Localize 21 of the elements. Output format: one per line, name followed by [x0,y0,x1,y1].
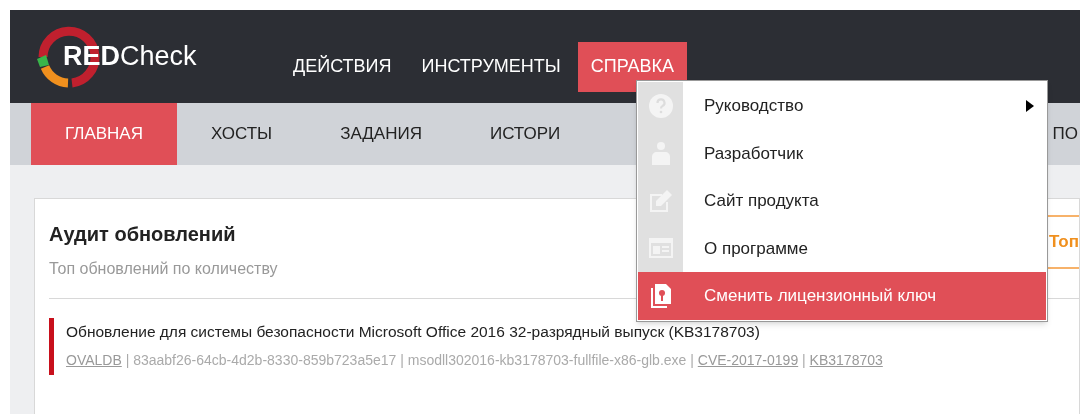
menu-item[interactable]: ИНСТРУМЕНТЫ [421,41,561,92]
update-title: Обновление для системы безопасности Microsoft Office 2016 32-разрядный выпуск (KB3178703) [66,322,761,342]
dropdown-item[interactable]: О программе [638,224,1046,272]
nav-tab[interactable]: ИСТОРИ [455,103,595,165]
meta-text: 83aabf26-64cb-4d2b-8330-859b723a5e17 [133,352,397,369]
nav-tab[interactable]: ЗАДАНИЯ [306,103,456,165]
card-title: Аудит обновлений [49,222,236,247]
dropdown-item[interactable]: Разработчик [638,129,1046,177]
separator: | [690,352,694,369]
menu-item[interactable]: ДЕЙСТВИЯ [293,41,392,92]
separator: | [125,352,130,369]
separator: | [802,352,806,369]
nav-tab[interactable]: ХОСТЫ [177,103,307,165]
menu-item[interactable]: СПРАВКА [577,41,688,92]
logo-product: Check [120,40,197,74]
nav-tab[interactable]: ГЛАВНАЯ [31,103,177,165]
meta-text: msodll302016-kb3178703-fullfile-x86-glb.exe [407,352,687,369]
dropdown-item[interactable]: Сменить лицензионный ключ [638,272,1046,320]
card-subtitle: Топ обновлений по количеству [49,259,278,279]
separator: | [400,352,404,369]
dropdown-item[interactable]: Сайт продукта [638,177,1046,225]
